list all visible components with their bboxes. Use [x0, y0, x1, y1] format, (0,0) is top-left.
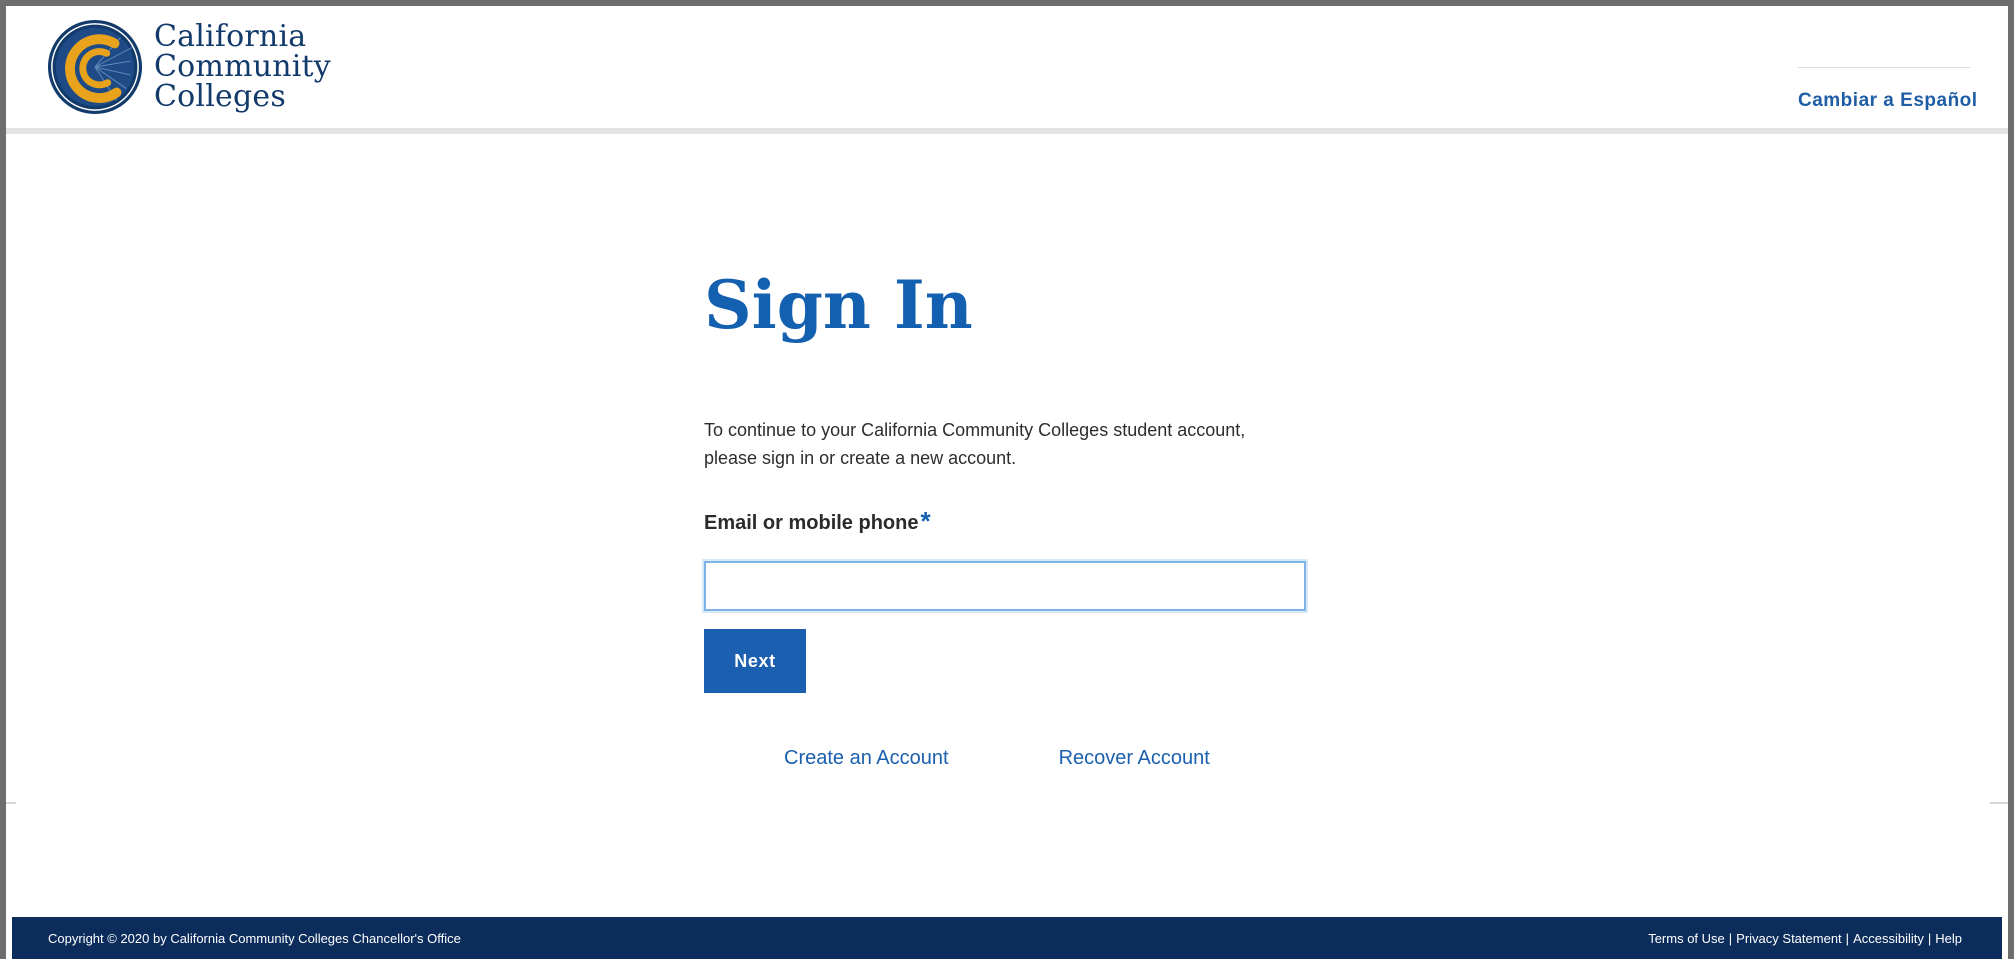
- accessibility-link[interactable]: Accessibility: [1853, 931, 1924, 946]
- language-toggle-link[interactable]: Cambiar a Español: [1798, 90, 1978, 111]
- footer-separator: |: [1845, 930, 1850, 946]
- required-asterisk: *: [920, 506, 931, 536]
- footer-separator: |: [1927, 930, 1932, 946]
- logo-line-california: California: [154, 19, 307, 54]
- email-phone-label: Email or mobile phone*: [704, 506, 1324, 543]
- site-header: California Community Colleges Cambiar a …: [6, 6, 2008, 134]
- ccc-logo[interactable]: California Community Colleges: [46, 18, 331, 116]
- next-button[interactable]: Next: [704, 629, 806, 693]
- intro-line-1: To continue to your California Community…: [704, 420, 1246, 440]
- browser-frame: California Community Colleges Cambiar a …: [0, 0, 2014, 959]
- account-links: Create an Account Recover Account: [704, 747, 1324, 770]
- site-footer: Copyright © 2020 by California Community…: [12, 917, 2002, 959]
- email-phone-label-text: Email or mobile phone: [704, 512, 919, 534]
- left-divider-mark: [6, 802, 16, 804]
- language-toggle-container: Cambiar a Español: [1798, 67, 1977, 112]
- logo-wordmark: California Community Colleges: [154, 22, 331, 112]
- footer-links: Terms of Use | Privacy Statement | Acces…: [1648, 931, 1962, 946]
- email-phone-input[interactable]: [704, 561, 1306, 611]
- logo-line-colleges: Colleges: [154, 79, 286, 114]
- right-divider-mark: [1990, 802, 2008, 804]
- recover-account-link[interactable]: Recover Account: [1059, 747, 1210, 770]
- ccc-seal-icon: [47, 19, 143, 115]
- terms-of-use-link[interactable]: Terms of Use: [1648, 931, 1725, 946]
- help-link[interactable]: Help: [1935, 931, 1962, 946]
- intro-line-2: please sign in or create a new account.: [704, 448, 1017, 468]
- logo-line-community: Community: [154, 49, 331, 84]
- create-account-link[interactable]: Create an Account: [784, 747, 949, 770]
- copyright-text: Copyright © 2020 by California Community…: [48, 930, 461, 946]
- privacy-statement-link[interactable]: Privacy Statement: [1736, 931, 1842, 946]
- page-title: Sign In: [704, 266, 973, 344]
- sign-in-form: Sign In To continue to your California C…: [704, 266, 1324, 770]
- intro-text: To continue to your California Community…: [704, 416, 1304, 472]
- footer-separator: |: [1728, 930, 1733, 946]
